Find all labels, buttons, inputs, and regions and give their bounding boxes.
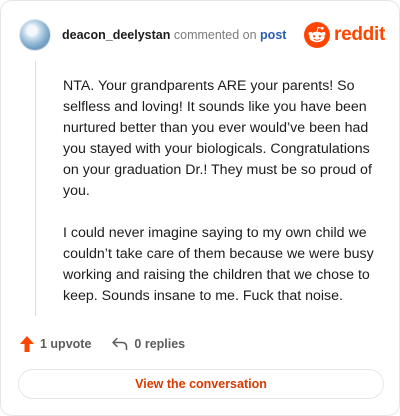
- view-conversation-button[interactable]: View the conversation: [18, 369, 384, 399]
- comment-body: NTA. Your grandparents ARE your parents!…: [63, 76, 383, 328]
- post-link[interactable]: post: [260, 28, 286, 42]
- reply-arrow-icon: [112, 337, 128, 351]
- comment-paragraph: I could never imagine saying to my own c…: [63, 225, 374, 304]
- comment-paragraph: NTA. Your grandparents ARE your parents!…: [63, 78, 372, 199]
- comment-header: deacon_deelystan commented on post reddi…: [19, 17, 385, 53]
- replies-count: 0 replies: [134, 337, 186, 351]
- comment-actions: 1 upvote 0 replies: [19, 334, 185, 354]
- comment-meta: deacon_deelystan commented on post: [62, 28, 286, 42]
- username-link[interactable]: deacon_deelystan: [62, 28, 170, 42]
- avatar[interactable]: [19, 19, 51, 51]
- thread-line: [35, 61, 36, 316]
- reddit-snoo-icon: [304, 22, 331, 48]
- commented-on-text: commented on: [173, 28, 257, 42]
- comment-embed-card: deacon_deelystan commented on post reddi…: [0, 0, 400, 416]
- reddit-wordmark: reddit: [334, 24, 385, 45]
- replies-button[interactable]: 0 replies: [111, 336, 185, 352]
- upvote-button[interactable]: 1 upvote: [19, 335, 91, 353]
- reddit-logo[interactable]: reddit: [304, 22, 385, 48]
- upvote-arrow-icon: [20, 336, 34, 352]
- upvote-count: 1 upvote: [40, 337, 92, 351]
